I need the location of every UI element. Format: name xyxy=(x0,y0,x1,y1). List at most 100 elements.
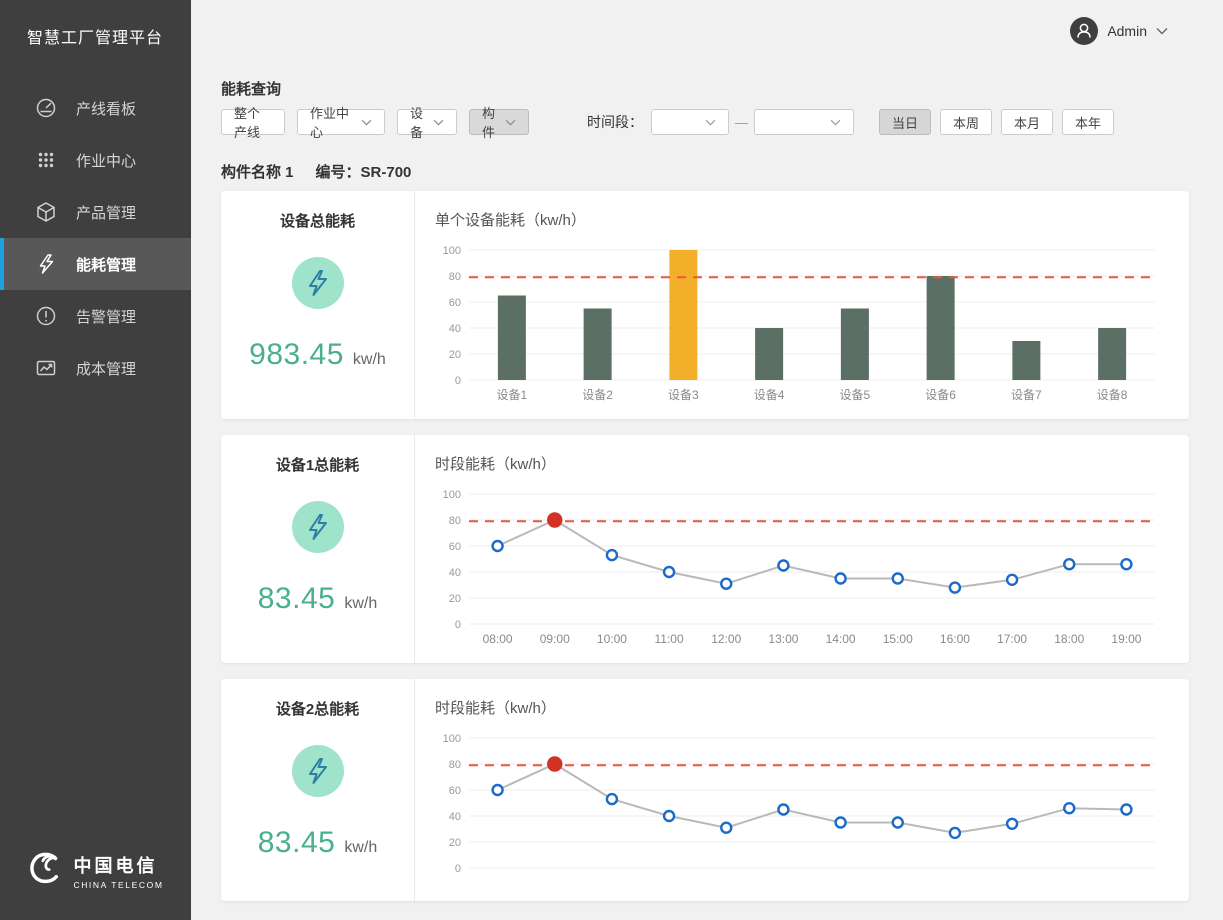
data-point[interactable] xyxy=(893,818,903,828)
data-point[interactable] xyxy=(721,579,731,589)
card-title: 设备2总能耗 xyxy=(276,698,359,719)
sidebar-item-4[interactable]: 能耗管理 xyxy=(0,238,191,290)
svg-text:17:00: 17:00 xyxy=(997,632,1027,646)
data-point[interactable] xyxy=(1121,559,1131,569)
user-avatar-icon xyxy=(1070,17,1098,45)
sidebar-nav: 产线看板作业中心产品管理能耗管理告警管理成本管理 xyxy=(0,82,191,394)
main-area: Admin 能耗查询 整个产线作业中心设备构件时间段： — xyxy=(191,0,1223,920)
cube-icon xyxy=(34,200,58,224)
svg-text:0: 0 xyxy=(455,375,461,387)
svg-text:设备5: 设备5 xyxy=(840,388,871,402)
period-label: 本周 xyxy=(953,113,979,132)
sidebar-item-label: 产线看板 xyxy=(76,98,136,119)
svg-text:100: 100 xyxy=(443,489,461,501)
data-point[interactable] xyxy=(721,823,731,833)
alert-data-point[interactable] xyxy=(548,758,561,771)
data-point[interactable] xyxy=(778,805,788,815)
svg-text:13:00: 13:00 xyxy=(768,632,798,646)
period-label: 当日 xyxy=(892,113,918,132)
data-point[interactable] xyxy=(493,785,503,795)
filter-bar: 整个产线作业中心设备构件时间段： — 当日本周本月本年 xyxy=(221,109,1189,135)
device-total-card: 设备总能耗 983.45 kw/h 单个设备能耗（kw/h） 020406080… xyxy=(221,191,1189,419)
trend-chart-icon xyxy=(34,356,58,380)
svg-text:20: 20 xyxy=(449,349,461,361)
gauge-icon xyxy=(34,96,58,120)
svg-text:15:00: 15:00 xyxy=(883,632,913,646)
chevron-down-icon xyxy=(705,119,716,126)
card-title: 设备1总能耗 xyxy=(276,454,359,475)
period-button-3[interactable]: 本月 xyxy=(1001,109,1053,135)
data-point[interactable] xyxy=(1007,819,1017,829)
svg-text:18:00: 18:00 xyxy=(1054,632,1084,646)
svg-text:19:00: 19:00 xyxy=(1111,632,1141,646)
bar[interactable] xyxy=(755,328,783,380)
data-point[interactable] xyxy=(664,567,674,577)
bar[interactable] xyxy=(584,309,612,381)
chevron-down-icon xyxy=(830,119,841,126)
data-point[interactable] xyxy=(1121,805,1131,815)
svg-text:设备2: 设备2 xyxy=(582,388,613,402)
lightning-icon xyxy=(34,252,58,276)
data-point[interactable] xyxy=(1064,559,1074,569)
data-point[interactable] xyxy=(493,541,503,551)
svg-text:16:00: 16:00 xyxy=(940,632,970,646)
bar[interactable] xyxy=(669,250,697,380)
card-title: 设备总能耗 xyxy=(280,210,355,231)
svg-text:设备6: 设备6 xyxy=(925,388,956,402)
svg-text:60: 60 xyxy=(449,785,461,797)
bar[interactable] xyxy=(1098,328,1126,380)
bar[interactable] xyxy=(927,276,955,380)
energy-unit: kw/h xyxy=(344,595,377,613)
data-point[interactable] xyxy=(778,561,788,571)
filter-button-1[interactable]: 整个产线 xyxy=(221,109,285,135)
svg-text:100: 100 xyxy=(443,733,461,745)
energy-value: 83.45 xyxy=(258,582,336,616)
username: Admin xyxy=(1107,23,1147,39)
filter-label: 构件 xyxy=(482,103,497,141)
line-chart: 02040608010008:0009:0010:0011:0012:0013:… xyxy=(435,482,1165,646)
data-point[interactable] xyxy=(607,550,617,560)
filter-select-3[interactable]: 设备 xyxy=(397,109,457,135)
sidebar-item-label: 作业中心 xyxy=(76,150,136,171)
sidebar-item-5[interactable]: 告警管理 xyxy=(0,290,191,342)
bar[interactable] xyxy=(498,296,526,381)
chevron-down-icon xyxy=(433,119,444,126)
user-menu[interactable]: Admin xyxy=(1070,17,1168,45)
data-point[interactable] xyxy=(664,811,674,821)
data-point[interactable] xyxy=(836,818,846,828)
filter-select-4[interactable]: 构件 xyxy=(469,109,529,135)
period-button-2[interactable]: 本周 xyxy=(940,109,992,135)
alert-data-point[interactable] xyxy=(548,514,561,527)
data-point[interactable] xyxy=(607,794,617,804)
sidebar-item-label: 产品管理 xyxy=(76,202,136,223)
data-point[interactable] xyxy=(1064,803,1074,813)
range-end-select[interactable] xyxy=(754,109,854,135)
sidebar-item-2[interactable]: 作业中心 xyxy=(0,134,191,186)
data-point[interactable] xyxy=(950,583,960,593)
svg-text:09:00: 09:00 xyxy=(540,632,570,646)
period-button-4[interactable]: 本年 xyxy=(1062,109,1114,135)
sidebar-item-3[interactable]: 产品管理 xyxy=(0,186,191,238)
energy-value: 83.45 xyxy=(258,826,336,860)
data-point[interactable] xyxy=(950,828,960,838)
data-point[interactable] xyxy=(836,574,846,584)
svg-text:40: 40 xyxy=(449,567,461,579)
range-start-select[interactable] xyxy=(651,109,729,135)
bar[interactable] xyxy=(1012,341,1040,380)
svg-text:设备7: 设备7 xyxy=(1011,388,1042,402)
data-point[interactable] xyxy=(1007,575,1017,585)
filter-select-2[interactable]: 作业中心 xyxy=(297,109,385,135)
period-label: 本月 xyxy=(1014,113,1040,132)
line-chart: 020406080100 xyxy=(435,726,1165,890)
component-code: 编号：SR-700 xyxy=(316,161,412,182)
svg-text:80: 80 xyxy=(449,271,461,283)
bar[interactable] xyxy=(841,309,869,381)
svg-text:60: 60 xyxy=(449,297,461,309)
bar-chart-canvas: 020406080100设备1设备2设备3设备4设备5设备6设备7设备8 xyxy=(435,238,1165,402)
sidebar-item-label: 能耗管理 xyxy=(76,254,136,275)
period-button-1[interactable]: 当日 xyxy=(879,109,931,135)
sidebar-item-1[interactable]: 产线看板 xyxy=(0,82,191,134)
data-point[interactable] xyxy=(893,574,903,584)
sidebar-item-6[interactable]: 成本管理 xyxy=(0,342,191,394)
svg-text:100: 100 xyxy=(443,245,461,257)
